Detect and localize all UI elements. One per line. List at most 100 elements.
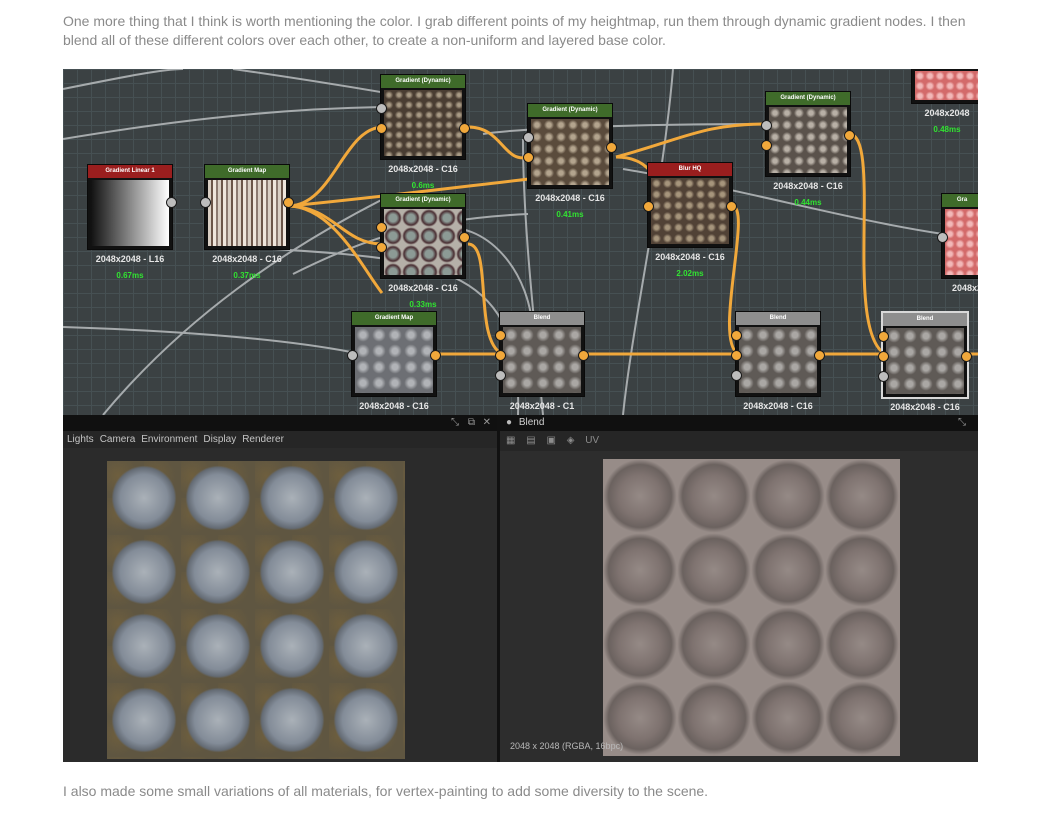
3d-viewport-texture[interactable] bbox=[107, 461, 405, 759]
input-port[interactable] bbox=[761, 140, 772, 151]
node-blend-2[interactable]: Blend 2048x2048 - C16 bbox=[731, 311, 825, 411]
channels-icon[interactable]: ◈ bbox=[567, 435, 575, 446]
node-title: Gradient Linear 1 bbox=[88, 165, 172, 178]
output-port[interactable] bbox=[578, 350, 589, 361]
input-port[interactable] bbox=[731, 350, 742, 361]
node-gradient-dynamic-2[interactable]: Gradient (Dynamic) 2048x2048 - C16 0.33m… bbox=[376, 193, 470, 309]
node-title: Gradient (Dynamic) bbox=[381, 194, 465, 207]
node-resolution: 2048x2048 - C16 bbox=[773, 181, 843, 191]
menu-display[interactable]: Display bbox=[203, 434, 236, 445]
node-gradient-map-1[interactable]: Gradient Map 2048x2048 - C16 0.37ms bbox=[200, 164, 294, 280]
grid-icon[interactable]: ▦ bbox=[506, 435, 515, 446]
node-thumbnail bbox=[915, 71, 978, 100]
node-resolution: 2048x2048 - C16 bbox=[535, 193, 605, 203]
node-resolution: 2048x2048 - C16 bbox=[743, 401, 813, 411]
pin-icon[interactable]: ⤡ bbox=[451, 415, 459, 431]
input-port[interactable] bbox=[878, 371, 889, 382]
output-port[interactable] bbox=[430, 350, 441, 361]
node-time: 2.02ms bbox=[676, 269, 704, 278]
node-title: Blur HQ bbox=[648, 163, 732, 176]
input-port[interactable] bbox=[878, 351, 889, 362]
node-right-partial[interactable]: Gra 2048x2 bbox=[937, 193, 978, 293]
input-port[interactable] bbox=[495, 370, 506, 381]
intro-paragraph: One more thing that I think is worth men… bbox=[63, 13, 966, 48]
node-resolution: 2048x2048 - C16 bbox=[388, 283, 458, 293]
input-port[interactable] bbox=[376, 103, 387, 114]
output-port[interactable] bbox=[459, 232, 470, 243]
node-thumbnail bbox=[91, 180, 169, 246]
node-thumbnail bbox=[384, 209, 462, 275]
node-resolution: 2048x2048 - C16 bbox=[212, 254, 282, 264]
texture-info: 2048 x 2048 (RGBA, 16bpc) bbox=[510, 741, 624, 751]
menu-lights[interactable]: Lights bbox=[67, 434, 94, 445]
input-port[interactable] bbox=[937, 232, 948, 243]
image-icon[interactable]: ▣ bbox=[546, 435, 555, 446]
node-title: Gradient Map bbox=[205, 165, 289, 178]
node-title: Blend bbox=[883, 313, 967, 326]
node-title: Gradient (Dynamic) bbox=[528, 104, 612, 117]
node-resolution: 2048x2048 bbox=[924, 108, 970, 118]
input-port[interactable] bbox=[376, 222, 387, 233]
node-time: 0.67ms bbox=[116, 271, 144, 280]
node-thumbnail bbox=[651, 178, 729, 244]
node-gradient-dynamic-4[interactable]: Gradient (Dynamic) 2048x2048 - C16 0.44m… bbox=[761, 91, 855, 207]
input-port[interactable] bbox=[523, 152, 534, 163]
input-port[interactable] bbox=[523, 132, 534, 143]
substance-designer-screenshot: Gradient Linear 1 2048x2048 - L16 0.67ms… bbox=[63, 69, 978, 762]
2d-viewport-texture[interactable] bbox=[603, 459, 900, 756]
node-graph[interactable]: Gradient Linear 1 2048x2048 - L16 0.67ms… bbox=[63, 69, 978, 415]
outro-paragraph: I also made some small variations of all… bbox=[63, 783, 709, 799]
node-gradient-map-2[interactable]: Gradient Map 2048x2048 - C16 bbox=[347, 311, 441, 411]
node-gradient-linear-1[interactable]: Gradient Linear 1 2048x2048 - L16 0.67ms bbox=[87, 164, 177, 280]
input-port[interactable] bbox=[376, 123, 387, 134]
input-port[interactable] bbox=[347, 350, 358, 361]
node-thumbnail bbox=[355, 327, 433, 393]
node-resolution: 2048x2048 - C1 bbox=[509, 401, 575, 411]
input-port[interactable] bbox=[495, 330, 506, 341]
output-port[interactable] bbox=[726, 201, 737, 212]
menu-camera[interactable]: Camera bbox=[100, 434, 136, 445]
node-time: 0.44ms bbox=[794, 198, 822, 207]
input-port[interactable] bbox=[761, 120, 772, 131]
output-port[interactable] bbox=[459, 123, 470, 134]
input-port[interactable] bbox=[731, 330, 742, 341]
node-time: 0.6ms bbox=[411, 181, 435, 190]
output-port[interactable] bbox=[283, 197, 294, 208]
input-port[interactable] bbox=[643, 201, 654, 212]
menu-environment[interactable]: Environment bbox=[141, 434, 197, 445]
close-icon[interactable]: ✕ bbox=[483, 415, 491, 431]
input-port[interactable] bbox=[376, 242, 387, 253]
output-port[interactable] bbox=[814, 350, 825, 361]
output-port[interactable] bbox=[166, 197, 177, 208]
node-time: 0.41ms bbox=[556, 210, 584, 219]
node-resolution: 2048x2048 - L16 bbox=[95, 254, 165, 264]
output-port[interactable] bbox=[961, 351, 972, 362]
output-port[interactable] bbox=[606, 142, 617, 153]
node-title: Blend bbox=[500, 312, 584, 325]
node-thumbnail bbox=[503, 327, 581, 393]
menu-renderer[interactable]: Renderer bbox=[242, 434, 284, 445]
node-blur-hq[interactable]: Blur HQ 2048x2048 - C16 2.02ms bbox=[643, 162, 737, 278]
node-thumbnail bbox=[945, 209, 978, 275]
node-thumbnail bbox=[769, 107, 847, 173]
node-icon: ● bbox=[506, 417, 513, 428]
input-port[interactable] bbox=[200, 197, 211, 208]
node-gradient-dynamic-3[interactable]: Gradient (Dynamic) 2048x2048 - C16 0.41m… bbox=[523, 103, 617, 219]
input-port[interactable] bbox=[495, 350, 506, 361]
save-icon[interactable]: ▤ bbox=[526, 435, 535, 446]
2d-view-panel: ● Blend ⤡ ▦ ▤ ▣ ◈ UV 2048 x 2048 (RGBA, … bbox=[500, 415, 978, 762]
node-blend-1[interactable]: Blend 2048x2048 - C1 bbox=[495, 311, 589, 411]
node-blend-3[interactable]: Blend 2048x2048 - C16 bbox=[878, 311, 972, 412]
input-port[interactable] bbox=[878, 331, 889, 342]
pin-icon[interactable]: ⤡ bbox=[958, 415, 966, 431]
uv-dropdown[interactable]: UV bbox=[585, 435, 599, 446]
node-top-right[interactable]: 2048x2048 0.48ms bbox=[911, 69, 978, 134]
input-port[interactable] bbox=[731, 370, 742, 381]
node-thumbnail bbox=[384, 90, 462, 156]
node-resolution: 2048x2048 - C16 bbox=[890, 402, 960, 412]
output-port[interactable] bbox=[844, 130, 855, 141]
node-resolution: 2048x2048 - C16 bbox=[655, 252, 725, 262]
node-time: 0.37ms bbox=[233, 271, 261, 280]
node-gradient-dynamic-1[interactable]: Gradient (Dynamic) 2048x2048 - C16 0.6ms bbox=[376, 74, 470, 190]
float-icon[interactable]: ⧉ bbox=[468, 415, 475, 431]
